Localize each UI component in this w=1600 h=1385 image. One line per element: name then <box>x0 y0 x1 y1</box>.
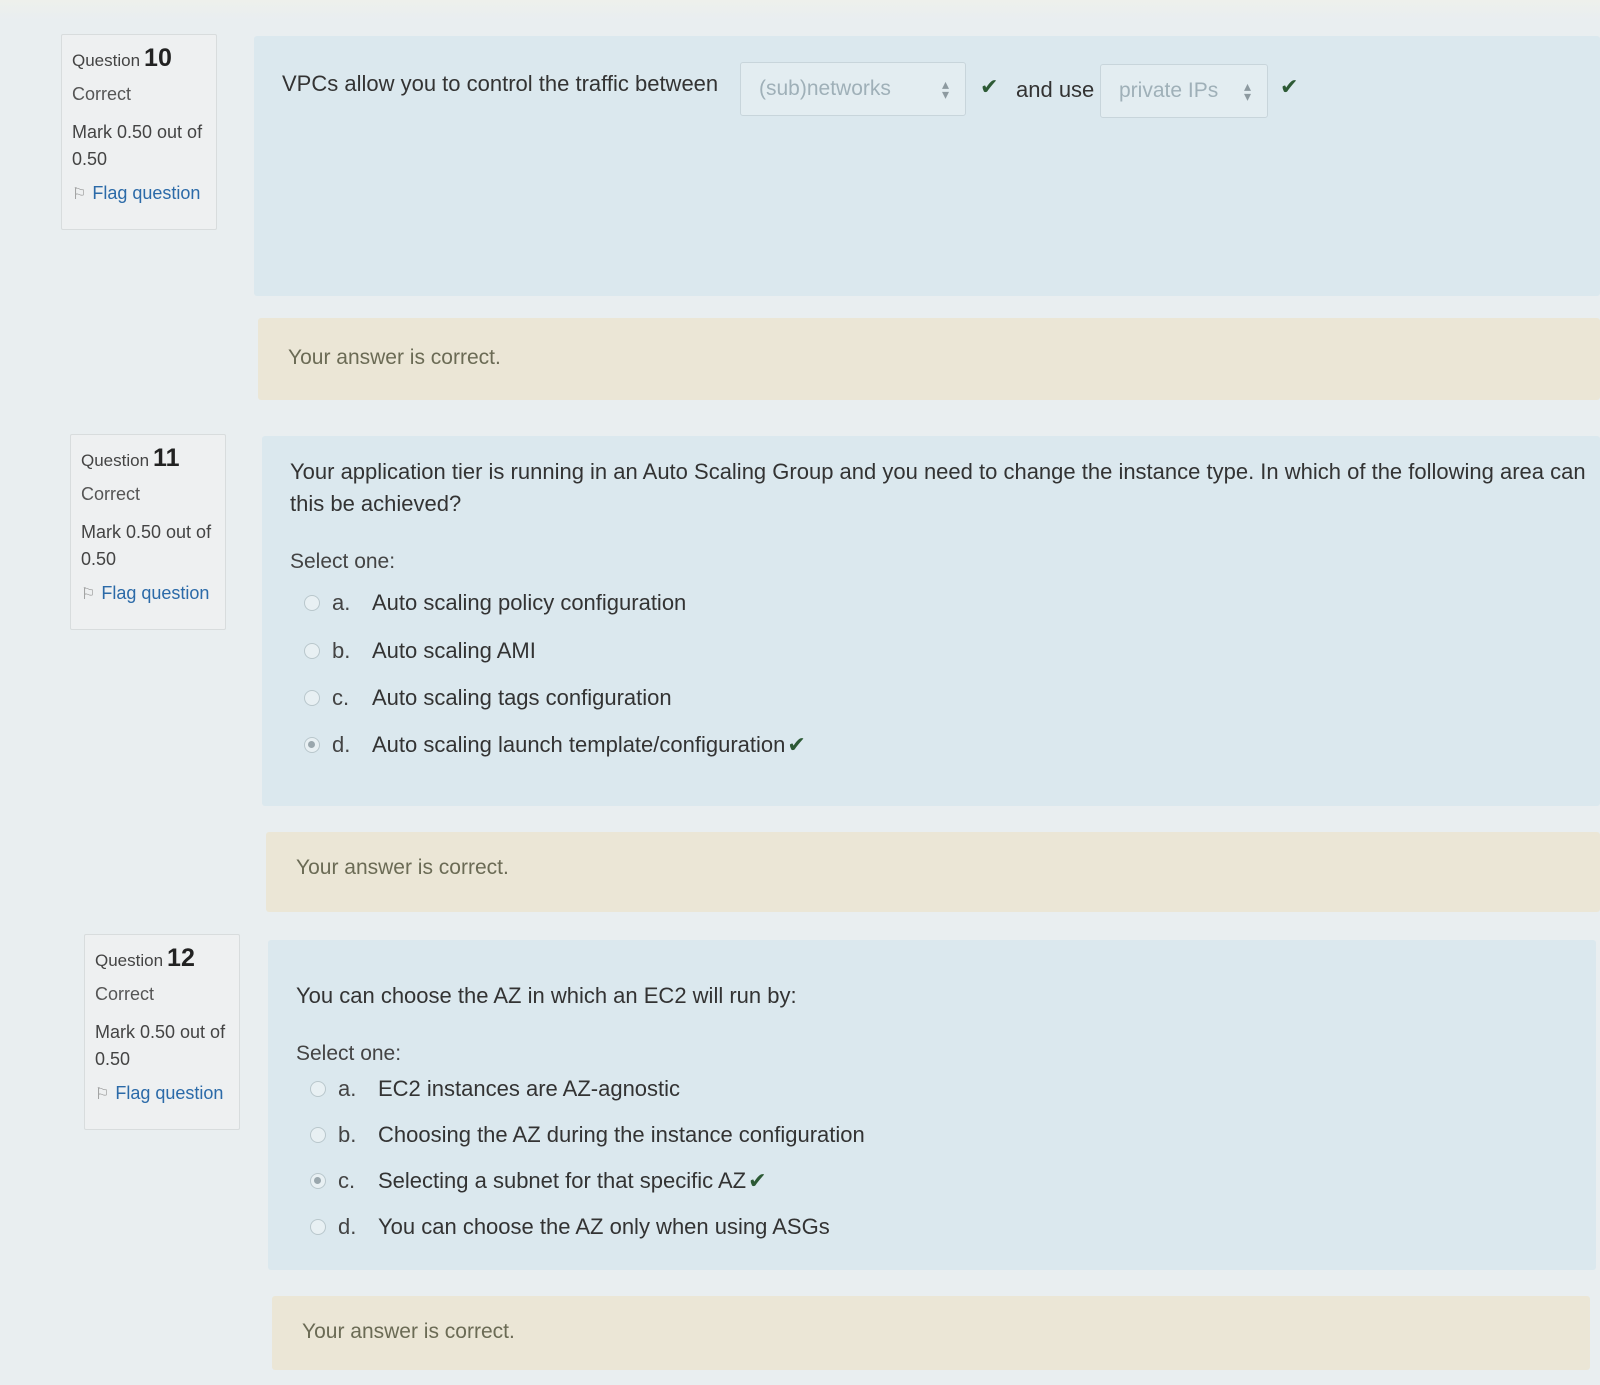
question-text-mid: and use <box>1016 77 1095 102</box>
radio-button[interactable] <box>310 1127 326 1143</box>
select-value: private IPs <box>1119 79 1219 102</box>
radio-button[interactable] <box>304 643 320 659</box>
radio-button-selected[interactable] <box>310 1173 326 1189</box>
question-grade: Mark 0.50 out of 0.50 <box>72 122 203 169</box>
radio-button[interactable] <box>304 595 320 611</box>
question-number: Question 10 <box>72 44 172 72</box>
select-one-label: Select one: <box>290 550 396 573</box>
check-icon: ✔ <box>748 1168 767 1193</box>
check-icon: ✔ <box>787 732 806 757</box>
flag-icon: ⚐ <box>95 1085 110 1103</box>
select-arrows-icon: ▴ ▾ <box>1243 78 1251 104</box>
feedback-12: Your answer is correct. <box>272 1296 1590 1370</box>
question-formulation-11: Your application tier is running in an A… <box>262 436 1600 806</box>
option-c[interactable]: c. Selecting a subnet for that specific … <box>310 1166 767 1196</box>
question-formulation-12: You can choose the AZ in which an EC2 wi… <box>268 940 1596 1270</box>
question-number: Question 12 <box>95 944 195 972</box>
question-text: You can choose the AZ in which an EC2 wi… <box>296 983 797 1008</box>
select-value: (sub)networks <box>759 77 891 100</box>
question-info-12: Question 12 Correct Mark 0.50 out of 0.50… <box>84 934 240 1130</box>
radio-button[interactable] <box>310 1081 326 1097</box>
flag-question-link[interactable]: ⚐ Flag question <box>81 583 215 604</box>
flag-icon: ⚐ <box>81 585 96 603</box>
option-d[interactable]: d. You can choose the AZ only when using… <box>310 1212 830 1242</box>
option-d[interactable]: d. Auto scaling launch template/configur… <box>304 730 806 760</box>
ips-select[interactable]: private IPs ▴ ▾ <box>1100 64 1268 118</box>
question-state: Correct <box>95 984 155 1004</box>
question-state: Correct <box>81 484 141 504</box>
feedback-text: Your answer is correct. <box>296 856 509 879</box>
flag-question-link[interactable]: ⚐ Flag question <box>95 1083 229 1104</box>
flag-icon: ⚐ <box>72 185 87 203</box>
question-info-10: Question 10 Correct Mark 0.50 out of 0.50… <box>61 34 217 230</box>
flag-question-link[interactable]: ⚐ Flag question <box>72 183 206 204</box>
select-arrows-icon: ▴ ▾ <box>941 76 949 102</box>
radio-button[interactable] <box>304 690 320 706</box>
option-b[interactable]: b. Choosing the AZ during the instance c… <box>310 1120 865 1150</box>
radio-button-selected[interactable] <box>304 737 320 753</box>
check-icon: ✔ <box>1280 74 1299 99</box>
question-grade: Mark 0.50 out of 0.50 <box>81 522 212 569</box>
question-formulation-10: VPCs allow you to control the traffic be… <box>254 36 1600 296</box>
radio-button[interactable] <box>310 1219 326 1235</box>
feedback-text: Your answer is correct. <box>302 1320 515 1343</box>
question-text: Your application tier is running in an A… <box>290 459 1586 516</box>
check-icon: ✔ <box>980 74 999 99</box>
select-one-label: Select one: <box>296 1042 402 1065</box>
question-number: Question 11 <box>81 444 180 472</box>
question-text-before: VPCs allow you to control the traffic be… <box>282 71 719 96</box>
question-grade: Mark 0.50 out of 0.50 <box>95 1022 226 1069</box>
feedback-10: Your answer is correct. <box>258 318 1600 400</box>
option-b[interactable]: b. Auto scaling AMI <box>304 636 536 666</box>
feedback-text: Your answer is correct. <box>288 346 501 369</box>
top-bar <box>0 0 1600 20</box>
question-info-11: Question 11 Correct Mark 0.50 out of 0.50… <box>70 434 226 630</box>
option-a[interactable]: a. Auto scaling policy configuration <box>304 588 686 618</box>
option-a[interactable]: a. EC2 instances are AZ-agnostic <box>310 1074 680 1104</box>
feedback-11: Your answer is correct. <box>266 832 1600 912</box>
option-c[interactable]: c. Auto scaling tags configuration <box>304 683 672 713</box>
networks-select[interactable]: (sub)networks ▴ ▾ <box>740 62 966 116</box>
question-state: Correct <box>72 84 132 104</box>
